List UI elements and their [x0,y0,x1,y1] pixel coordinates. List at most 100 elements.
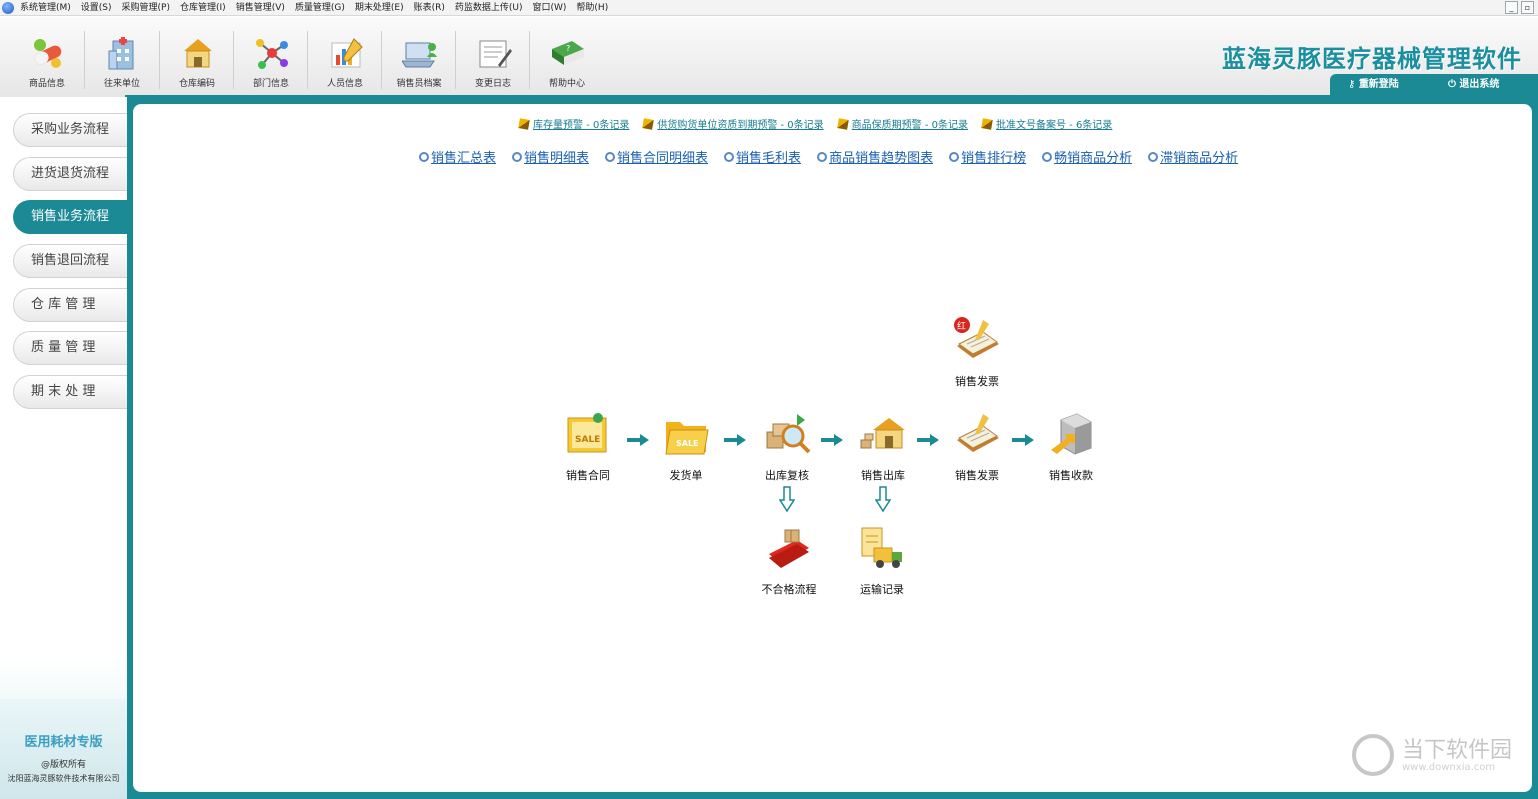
power-icon: ⏻ [1448,79,1460,90]
transport-truck-icon [861,527,902,568]
app-icon[interactable] [2,2,14,14]
svg-text:SALE: SALE [676,439,699,448]
report-bestseller-analysis[interactable]: 畅销商品分析 [1042,147,1132,166]
inspect-boxes-icon [766,414,811,454]
key-icon: ⚷ [1348,79,1359,90]
chart-icon [331,38,363,68]
flow-transport-record[interactable]: 运输记录 [842,524,922,597]
warehouse-out-icon [860,418,905,449]
toolbar: 商品信息 往来单位 仓库编码 部门信息 人员信息 销售员档案 变更日志 ? 帮助… [0,17,1538,97]
toolbar-change-log-button[interactable]: 变更日志 [456,17,530,97]
menu-warehouse[interactable]: 仓库管理(I) [180,0,226,16]
arrow-right-icon [1012,434,1034,446]
menu-bar: 系统管理(M) 设置(S) 采购管理(P) 仓库管理(I) 销售管理(V) 质量… [0,0,1538,16]
report-contract-detail[interactable]: 销售合同明细表 [605,147,708,166]
help-book-icon: ? [552,41,584,65]
sidebar-item-period-end[interactable]: 期 末 处 理 [13,375,127,409]
toolbar-warehouse-code-button[interactable]: 仓库编码 [160,17,234,97]
arrow-right-icon [627,434,649,446]
watermark: 当下软件园 www.downxia.com [1352,730,1522,782]
watermark-logo-icon [1352,734,1394,776]
svg-text:红: 红 [957,320,966,332]
flow-sales-contract[interactable]: SALE 销售合同 [548,410,628,483]
arrow-right-icon [724,434,746,446]
magnifier-icon [605,151,616,162]
report-links: 销售汇总表 销售明细表 销售合同明细表 销售毛利表 商品销售趋势图表 销售排行榜… [419,147,1238,166]
sale-board-icon: SALE [567,413,607,453]
report-sales-detail[interactable]: 销售明细表 [512,147,589,166]
menu-settings[interactable]: 设置(S) [81,0,112,16]
sidebar-item-purchase-flow[interactable]: 采购业务流程 [13,113,127,147]
toolbar-help-center-button[interactable]: ? 帮助中心 [530,17,604,97]
menu-quality[interactable]: 质量管理(G) [295,0,345,16]
magnifier-icon [817,151,828,162]
menu-sales[interactable]: 销售管理(V) [236,0,285,16]
magnifier-icon [1042,151,1053,162]
invoice-icon [957,414,999,452]
menu-window[interactable]: 窗口(W) [533,0,567,16]
menu-help[interactable]: 帮助(H) [576,0,608,16]
arrow-down-icon [779,486,795,512]
flow-sales-collection[interactable]: 销售收款 [1031,410,1111,483]
toolbar-personnel-button[interactable]: 人员信息 [308,17,382,97]
exit-button[interactable]: ⏻ 退出系统 [1448,74,1499,96]
edition-label: 医用耗材专版 [24,735,103,750]
flow-sales-outbound[interactable]: 销售出库 [843,410,923,483]
toolbar-department-button[interactable]: 部门信息 [234,17,308,97]
warehouse-icon [184,39,212,68]
invoice-icon: 红 [954,317,999,358]
alert-bar: 库存量预警 - 0条记录 供货购货单位资质到期预警 - 0条记录 商品保质期预警… [518,116,1112,131]
minimize-icon[interactable]: _ [1505,1,1518,14]
sidebar-item-purchase-return-flow[interactable]: 进货退货流程 [13,157,127,191]
sidebar: 采购业务流程 进货退货流程 销售业务流程 销售退回流程 仓 库 管 理 质 量 … [0,97,127,799]
report-gross-profit[interactable]: 销售毛利表 [724,147,801,166]
relogin-button[interactable]: ⚷ 重新登陆 [1348,74,1399,96]
alert-approval-number[interactable]: 批准文号备案号 - 6条记录 [981,116,1112,131]
main-panel: 库存量预警 - 0条记录 供货购货单位资质到期预警 - 0条记录 商品保质期预警… [133,104,1532,792]
arrow-down-icon [875,486,891,512]
restore-icon[interactable]: ▫ [1521,1,1534,14]
flow-delivery-note[interactable]: SALE 发货单 [646,410,726,483]
app-title: 蓝海灵豚医疗器械管理软件 [1222,44,1522,73]
network-icon [256,39,288,69]
magnifier-icon [949,151,960,162]
company-label: 沈阳蓝海灵豚软件技术有限公司 [7,774,120,783]
menu-upload[interactable]: 药监数据上传(U) [455,0,523,16]
report-sales-summary[interactable]: 销售汇总表 [419,147,496,166]
collection-box-icon [1051,413,1092,455]
copyright-label: @版权所有 [40,760,86,770]
alert-stock-warning[interactable]: 库存量预警 - 0条记录 [518,116,629,131]
toolbar-salesman-file-button[interactable]: 销售员档案 [382,17,456,97]
sidebar-item-sales-return-flow[interactable]: 销售退回流程 [13,244,127,278]
flow-nonconforming[interactable]: 不合格流程 [749,524,829,597]
pencil-icon [981,117,993,130]
menu-system[interactable]: 系统管理(M) [20,0,71,16]
sidebar-item-warehouse[interactable]: 仓 库 管 理 [13,288,127,322]
menu-period-end[interactable]: 期末处理(E) [355,0,404,16]
magnifier-icon [512,151,523,162]
alert-shelf-life-warning[interactable]: 商品保质期预警 - 0条记录 [836,116,968,131]
svg-text:SALE: SALE [575,435,600,445]
arrow-right-icon [917,434,939,446]
building-icon [108,37,134,70]
sidebar-item-sales-flow[interactable]: 销售业务流程 [13,200,127,234]
flow-outbound-review[interactable]: 出库复核 [747,410,827,483]
report-sales-ranking[interactable]: 销售排行榜 [949,147,1026,166]
report-sales-trend[interactable]: 商品销售趋势图表 [817,147,933,166]
menu-purchase[interactable]: 采购管理(P) [122,0,170,16]
alert-qualification-warning[interactable]: 供货购货单位资质到期预警 - 0条记录 [642,116,824,131]
pencil-icon [518,117,530,130]
pencil-icon [836,117,849,130]
pills-icon [34,39,62,68]
report-slow-mover-analysis[interactable]: 滞销商品分析 [1148,147,1238,166]
menu-reports[interactable]: 账表(R) [414,0,445,16]
magnifier-icon [724,151,735,162]
toolbar-goods-info-button[interactable]: 商品信息 [10,17,84,97]
toolbar-partners-button[interactable]: 往来单位 [85,17,159,97]
flow-red-invoice[interactable]: 红 销售发票 [937,316,1017,389]
magnifier-icon [1148,151,1159,162]
flow-sales-invoice[interactable]: 销售发票 [937,410,1017,483]
top-actions-bar: ⚷ 重新登陆 ⏻ 退出系统 [1330,74,1538,96]
sidebar-item-quality[interactable]: 质 量 管 理 [13,331,127,365]
nonconforming-icon [769,529,809,568]
